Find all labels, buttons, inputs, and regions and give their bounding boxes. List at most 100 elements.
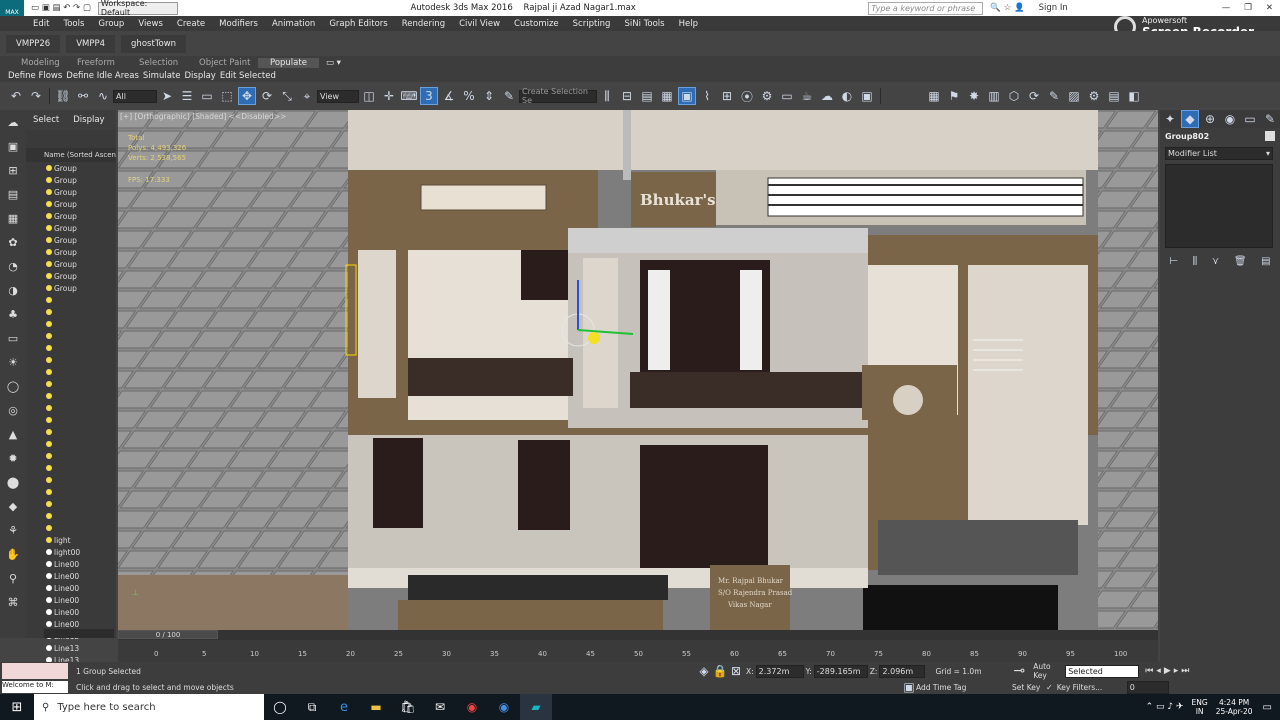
key-filters-button[interactable]: Key Filters... [1057, 683, 1127, 692]
x-coordinate-field[interactable]: 2.372m [755, 664, 804, 678]
pivot-center-icon[interactable]: ◫ [360, 87, 378, 105]
percent-snap-icon[interactable]: % [460, 87, 478, 105]
search-icon[interactable]: 🔍 ☆ 👤 [983, 3, 1031, 13]
visibility-bulb-icon[interactable] [46, 369, 52, 375]
scene-icon-19[interactable]: ⚲ [4, 569, 22, 587]
visibility-bulb-icon[interactable] [46, 537, 52, 543]
align-icon[interactable]: ⊟ [618, 87, 636, 105]
modify-tab-icon[interactable]: ◆ [1181, 110, 1199, 128]
mirror-icon[interactable]: ⫼ [598, 87, 616, 105]
remove-modifier-icon[interactable]: 🗑 [1234, 256, 1247, 267]
explorer-row[interactable] [46, 474, 116, 486]
maxscript-mini-listener[interactable]: Welcome to M: [2, 681, 68, 693]
scene-icon-10[interactable]: ☀ [4, 353, 22, 371]
visibility-bulb-icon[interactable] [46, 285, 52, 291]
menu-rendering[interactable]: Rendering [395, 19, 452, 29]
redo-icon[interactable]: ↷ [27, 87, 45, 105]
scene-explorer-icon[interactable]: ▣ [678, 87, 696, 105]
visibility-bulb-icon[interactable] [46, 177, 52, 183]
key-selection-dropdown[interactable]: Selected [1065, 664, 1140, 678]
store-icon[interactable]: 🛍 [392, 700, 424, 714]
explorer-row[interactable] [46, 498, 116, 510]
explorer-row[interactable] [46, 390, 116, 402]
explorer-row[interactable]: Line00 [46, 570, 116, 582]
scene-icon-20[interactable]: ⌘ [4, 593, 22, 611]
reference-coordinate-dropdown[interactable]: View [317, 89, 359, 103]
extra-tool-11-icon[interactable]: ◧ [1125, 87, 1143, 105]
visibility-bulb-icon[interactable] [46, 273, 52, 279]
menu-modifiers[interactable]: Modifiers [212, 19, 265, 29]
explorer-row[interactable] [46, 450, 116, 462]
explorer-row[interactable] [46, 414, 116, 426]
edit-named-selection-icon[interactable]: ✎ [500, 87, 518, 105]
visibility-bulb-icon[interactable] [46, 585, 52, 591]
scene-icon-5[interactable]: ✿ [4, 233, 22, 251]
ribbon-tab-freeform[interactable]: Freeform [70, 58, 132, 68]
timeline-ruler[interactable]: 0 5 10 15 20 25 30 35 40 45 50 55 60 65 70 75 80 85 90 95 10… [118, 640, 1158, 662]
edge-icon[interactable]: e [328, 700, 360, 715]
chrome-alt-icon[interactable]: ◉ [488, 700, 520, 714]
curve-editor-icon[interactable]: ⌇ [698, 87, 716, 105]
keyboard-shortcut-icon[interactable]: ⌨ [400, 87, 418, 105]
unlink-icon[interactable]: ⚯ [74, 87, 92, 105]
visibility-bulb-icon[interactable] [46, 441, 52, 447]
visibility-bulb-icon[interactable] [46, 621, 52, 627]
object-name[interactable]: Group802 [1165, 132, 1265, 141]
time-slider[interactable]: 0 / 100 [118, 630, 218, 639]
extra-tool-4-icon[interactable]: ▥ [985, 87, 1003, 105]
visibility-bulb-icon[interactable] [46, 309, 52, 315]
menu-tools[interactable]: Tools [56, 19, 91, 29]
visibility-bulb-icon[interactable] [46, 225, 52, 231]
utilities-tab-icon[interactable]: ✎ [1261, 110, 1279, 128]
select-manipulate-icon[interactable]: ✛ [380, 87, 398, 105]
scene-icon-3[interactable]: ▤ [4, 185, 22, 203]
visibility-bulb-icon[interactable] [46, 501, 52, 507]
menu-create[interactable]: Create [170, 19, 212, 29]
time-slider-track[interactable]: 0 / 100 [118, 630, 1158, 640]
viewport-label[interactable]: [+] [Orthographic] [Shaded] <<Disabled>> [120, 112, 286, 121]
scene-icon-12[interactable]: ◎ [4, 401, 22, 419]
chrome-icon[interactable]: ◉ [456, 700, 488, 714]
signin-link[interactable]: Sign In [1032, 3, 1075, 13]
file-explorer-icon[interactable]: ▬ [360, 700, 392, 714]
extra-tool-5-icon[interactable]: ⬡ [1005, 87, 1023, 105]
window-crossing-icon[interactable]: ⬚ [218, 87, 236, 105]
material-editor-icon[interactable]: ⦿ [738, 87, 756, 105]
scene-icon-16[interactable]: ◆ [4, 497, 22, 515]
taskbar-search[interactable]: ⚲ Type here to search [34, 694, 264, 720]
visibility-bulb-icon[interactable] [46, 429, 52, 435]
visibility-bulb-icon[interactable] [46, 165, 52, 171]
bind-spacewarp-icon[interactable]: ∿ [94, 87, 112, 105]
visibility-bulb-icon[interactable] [46, 261, 52, 267]
explorer-row[interactable] [46, 294, 116, 306]
make-unique-icon[interactable]: ⋎ [1212, 256, 1219, 267]
explorer-row[interactable] [46, 330, 116, 342]
explorer-row[interactable] [46, 378, 116, 390]
visibility-bulb-icon[interactable] [46, 213, 52, 219]
clock[interactable]: 4:24 PM 25-Apr-20 [1216, 698, 1253, 716]
visibility-bulb-icon[interactable] [46, 513, 52, 519]
menu-sini-tools[interactable]: SiNi Tools [617, 19, 671, 29]
explorer-row[interactable]: Line13 [46, 642, 116, 654]
explorer-row[interactable] [46, 486, 116, 498]
minimize-icon[interactable]: — [1215, 3, 1238, 13]
scale-icon[interactable]: ⤡ [278, 87, 296, 105]
ribbon-tab-object-paint[interactable]: Object Paint [192, 58, 258, 68]
visibility-bulb-icon[interactable] [46, 465, 52, 471]
define-idle-areas-button[interactable]: Define Idle Areas [64, 71, 141, 81]
menu-animation[interactable]: Animation [265, 19, 322, 29]
visibility-bulb-icon[interactable] [46, 249, 52, 255]
explorer-scrollbar[interactable] [44, 629, 114, 638]
scene-icon-2[interactable]: ⊞ [4, 161, 22, 179]
visibility-bulb-icon[interactable] [46, 477, 52, 483]
visibility-bulb-icon[interactable] [46, 381, 52, 387]
extra-tool-3-icon[interactable]: ✸ [965, 87, 983, 105]
explorer-row[interactable] [46, 462, 116, 474]
key-mode-icon[interactable]: ⊸ [1013, 663, 1025, 679]
link-icon[interactable]: ⛓ [54, 87, 72, 105]
render-iterative-icon[interactable]: ☁ [818, 87, 836, 105]
modifier-stack[interactable] [1165, 164, 1273, 248]
visibility-bulb-icon[interactable] [46, 237, 52, 243]
explorer-row[interactable] [46, 306, 116, 318]
scene-icon-4[interactable]: ▦ [4, 209, 22, 227]
